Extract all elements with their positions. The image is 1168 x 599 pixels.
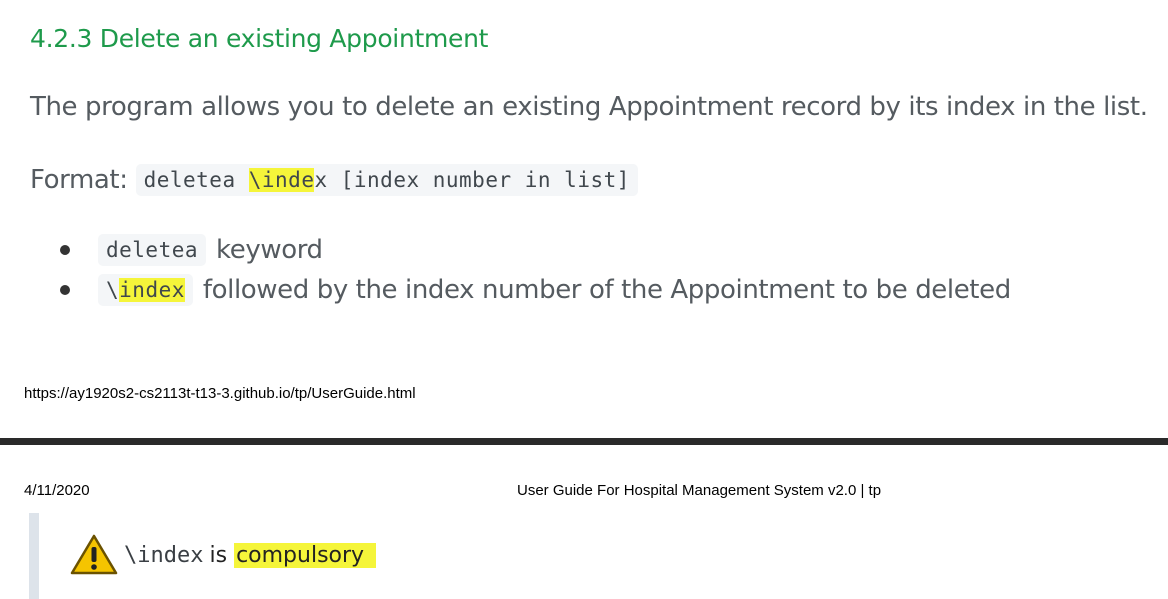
warning-note: \index is compulsory [70,532,377,578]
list-item: \index followed by the index number of t… [60,270,1011,310]
bullet-dot [60,245,70,255]
bullet-code-prefix: \ [106,278,120,302]
warning-icon [70,534,118,575]
format-label: Format: [30,165,128,195]
format-line: Format: deletea \index [index number in … [30,160,638,200]
bullet-code-highlighted: index [119,278,185,302]
section-heading: 4.2.3 Delete an existing Appointment [30,24,489,53]
format-code-part1: deletea [143,168,249,192]
format-code-highlighted: \inde [248,168,315,192]
list-item: deletea keyword [60,230,1011,270]
note-text-highlighted: compulsory [234,542,377,568]
bullet-dot [60,285,70,295]
note-text: is compulsory [209,542,377,568]
format-code-part3: x [index number in list] [314,168,630,192]
bullet-list: deletea keyword \index followed by the i… [60,230,1011,310]
bullet-text: followed by the index number of the Appo… [202,275,1011,305]
format-code: deletea \index [index number in list] [135,164,638,196]
note-text-plain: is [209,542,228,568]
page-url: https://ay1920s2-cs2113t-t13-3.github.io… [24,385,416,402]
bullet-text: keyword [216,235,323,265]
bullet-code: \index [98,274,193,306]
note-bar [29,513,39,599]
document-title: User Guide For Hospital Management Syste… [517,482,882,499]
page-divider [0,438,1168,445]
section-description: The program allows you to delete an exis… [30,92,1148,122]
bullet-code: deletea [98,234,207,266]
note-code: \index [124,542,204,568]
page-date: 4/11/2020 [24,482,90,499]
